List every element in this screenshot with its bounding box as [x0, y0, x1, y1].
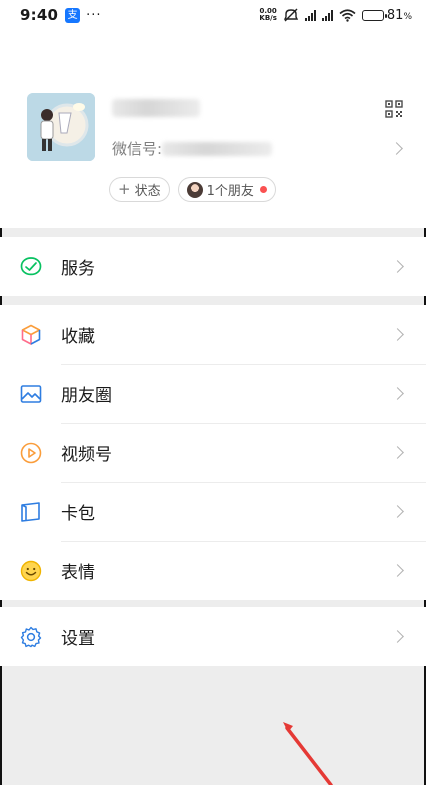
profile-header[interactable]: 微信号: + 状态 1个朋友 — [0, 30, 426, 228]
profile-chips: + 状态 1个朋友 — [109, 177, 276, 202]
friends-chip-label: 1个朋友 — [206, 184, 254, 199]
menu-item-favorites[interactable]: 收藏 — [0, 305, 426, 364]
wechat-id-label: 微信号: — [112, 140, 163, 158]
chevron-right-icon — [391, 260, 404, 273]
redacted-id-blur — [162, 141, 273, 156]
more-notifications-icon: ··· — [86, 7, 102, 23]
status-time: 9:40 — [20, 6, 59, 24]
menu-item-settings[interactable]: 设置 — [0, 607, 426, 666]
moments-image-icon — [20, 384, 42, 403]
chevron-right-icon — [391, 328, 404, 341]
friend-avatar — [186, 181, 203, 198]
menu-group-main: 收藏 朋友圈 视频号 卡包 表情 — [0, 305, 426, 600]
redacted-name-blur — [112, 99, 200, 117]
menu-item-channels[interactable]: 视频号 — [0, 423, 426, 482]
signal-icon-2 — [321, 9, 333, 21]
menu-item-services[interactable]: 服务 — [0, 237, 426, 296]
chevron-right-icon — [391, 630, 404, 643]
plus-icon: + — [118, 180, 131, 198]
friends-chip[interactable]: 1个朋友 — [177, 177, 276, 202]
battery-indicator: 81% — [361, 7, 412, 23]
smiley-icon — [20, 560, 42, 581]
services-label: 服务 — [61, 259, 95, 279]
avatar[interactable] — [27, 93, 95, 161]
channels-play-icon — [20, 442, 42, 463]
settings-label: 设置 — [61, 629, 95, 649]
status-chip[interactable]: + 状态 — [109, 177, 170, 202]
menu-item-stickers[interactable]: 表情 — [0, 541, 426, 600]
battery-percent: 81 — [386, 7, 404, 23]
chevron-right-icon — [391, 564, 404, 577]
red-dot-badge — [259, 186, 267, 193]
gear-icon — [20, 626, 42, 647]
favorites-label: 收藏 — [61, 327, 95, 347]
favorites-cube-icon — [21, 324, 41, 345]
chevron-right-icon — [391, 387, 404, 400]
chevron-right-icon — [391, 446, 404, 459]
wifi-icon — [339, 8, 356, 22]
profile-chevron-icon[interactable] — [390, 142, 403, 155]
card-wallet-icon — [21, 501, 40, 522]
menu-group-services: 服务 — [0, 237, 426, 296]
avatar-image — [27, 93, 95, 161]
status-bar: 9:40 支 ··· 0.00 KB/s 81% — [0, 0, 426, 30]
cards-label: 卡包 — [61, 504, 95, 524]
alipay-notification-icon: 支 — [65, 7, 81, 23]
nickname-redacted — [112, 96, 202, 120]
channels-label: 视频号 — [61, 445, 112, 465]
network-speed: 0.00 KB/s — [259, 7, 277, 22]
signal-icon — [304, 9, 316, 21]
wechat-id-row[interactable]: 微信号: — [112, 138, 273, 159]
menu-group-settings: 设置 — [0, 607, 426, 666]
menu-item-cards[interactable]: 卡包 — [0, 482, 426, 541]
qr-code-icon[interactable] — [385, 100, 403, 118]
mute-icon — [283, 8, 299, 22]
chevron-right-icon — [391, 505, 404, 518]
moments-label: 朋友圈 — [61, 386, 112, 406]
battery-percent-sign: % — [403, 11, 412, 22]
services-icon — [20, 256, 42, 275]
stickers-label: 表情 — [61, 563, 95, 583]
battery-icon — [361, 9, 387, 21]
status-chip-label: 状态 — [134, 184, 161, 199]
menu-item-moments[interactable]: 朋友圈 — [0, 364, 426, 423]
